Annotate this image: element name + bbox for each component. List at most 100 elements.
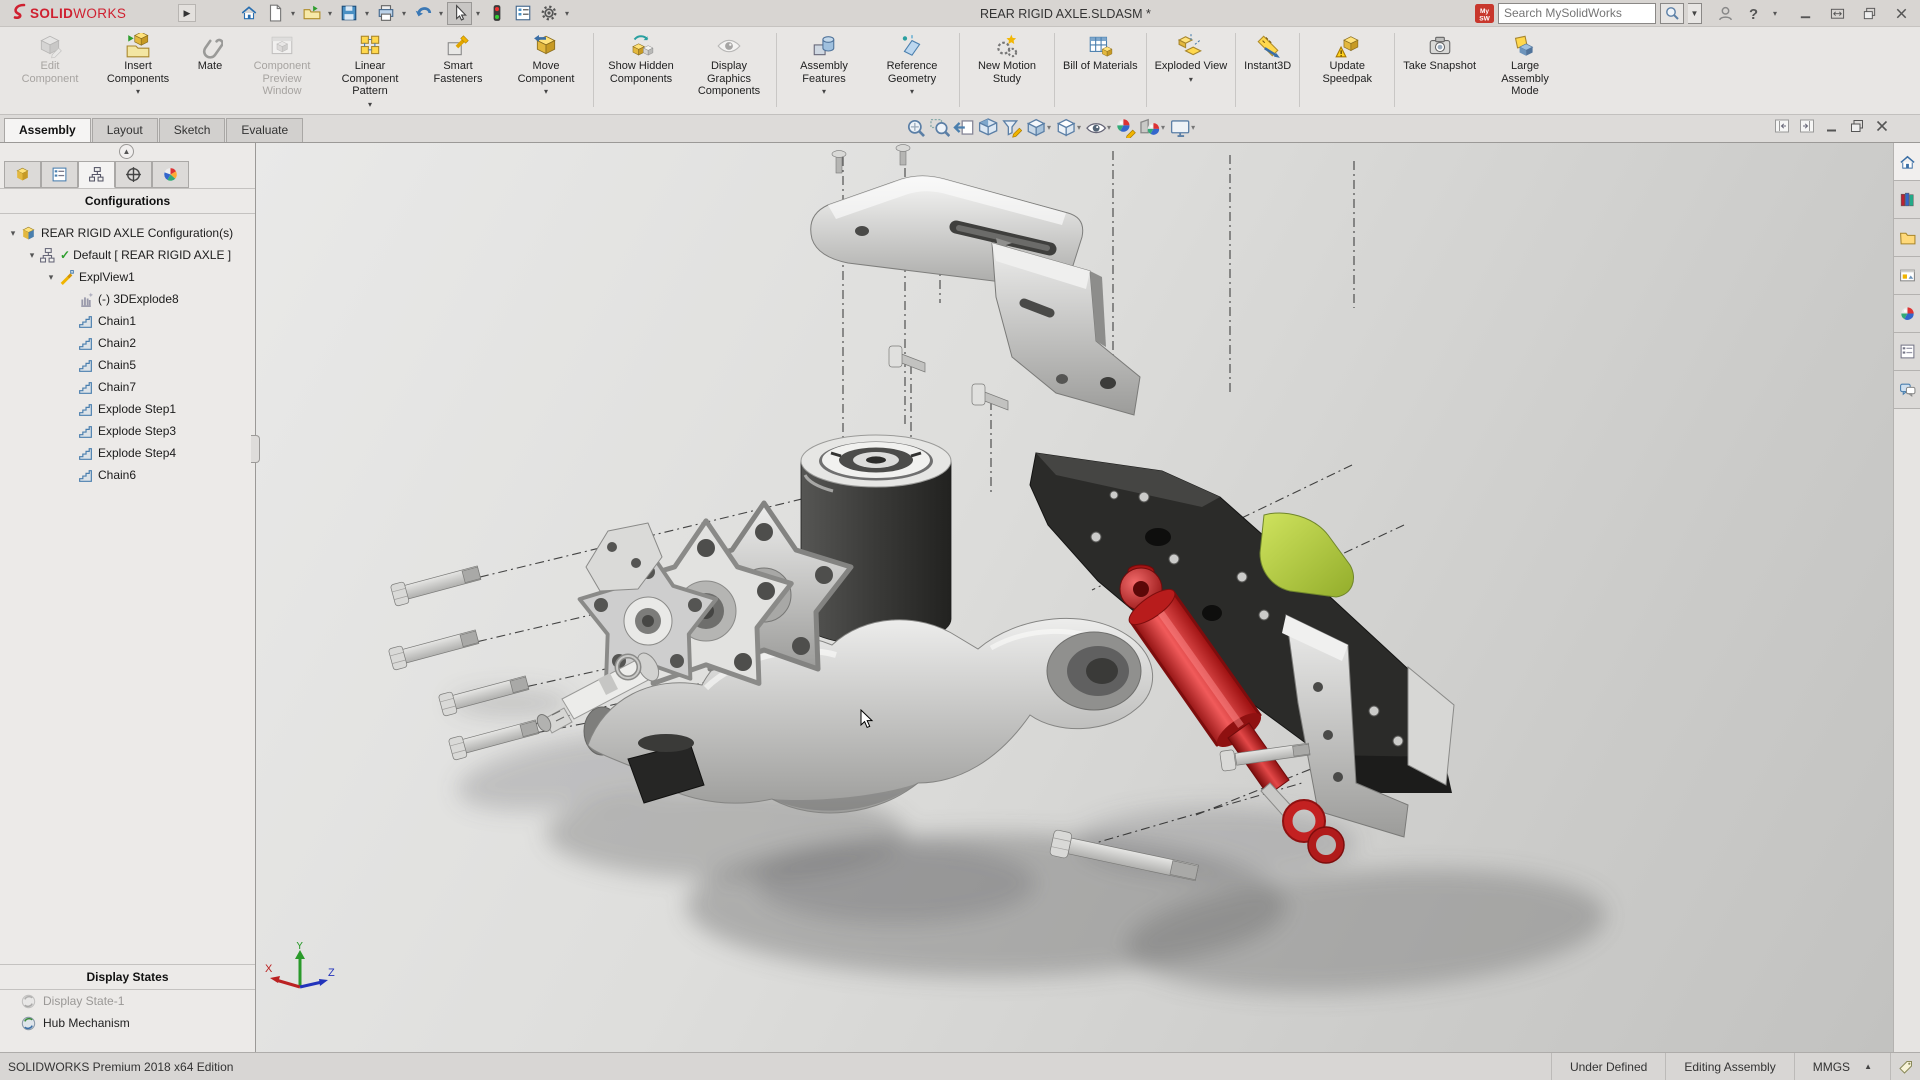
ribbon-button-exploded-view[interactable]: Exploded View▾ xyxy=(1150,31,1233,111)
search-options-caret[interactable]: ▼ xyxy=(1688,3,1702,24)
ribbon-button-instant3d[interactable]: Instant3D xyxy=(1239,31,1296,111)
apply-scene-caret[interactable]: ▾ xyxy=(1161,123,1165,132)
view-palette-tab[interactable] xyxy=(1894,257,1920,295)
ribbon-button-new-motion-study[interactable]: New Motion Study xyxy=(963,31,1051,111)
tab-sketch[interactable]: Sketch xyxy=(159,118,226,142)
dimxpert-tab[interactable] xyxy=(115,161,152,188)
document-properties-button[interactable] xyxy=(510,2,535,25)
ribbon-button-insert-components[interactable]: Insert Components▾ xyxy=(94,31,182,111)
select-cursor-dropdown-caret[interactable]: ▾ xyxy=(473,9,483,18)
tree-item-explode-step1[interactable]: Explode Step1 xyxy=(0,398,255,420)
print-dropdown-caret[interactable]: ▾ xyxy=(399,9,409,18)
file-explorer-tab[interactable] xyxy=(1894,219,1920,257)
help-caret[interactable]: ▾ xyxy=(1770,9,1780,18)
undo-button[interactable] xyxy=(410,2,435,25)
tab-evaluate[interactable]: Evaluate xyxy=(226,118,303,142)
help-icon[interactable]: ? xyxy=(1742,2,1764,24)
open-dropdown-caret[interactable]: ▾ xyxy=(325,9,335,18)
collapse-left-icon[interactable] xyxy=(1774,118,1790,134)
ribbon-button-show-hidden-components[interactable]: Show Hidden Components xyxy=(597,31,685,111)
win-close-icon[interactable] xyxy=(1890,2,1912,24)
view-settings-caret[interactable]: ▾ xyxy=(1191,123,1195,132)
options-gear-button[interactable] xyxy=(536,2,561,25)
undo-dropdown-caret[interactable]: ▾ xyxy=(436,9,446,18)
ribbon-button-reference-geometry[interactable]: Reference Geometry▾ xyxy=(868,31,956,111)
ribbon-dropdown-caret[interactable]: ▾ xyxy=(544,87,548,96)
ribbon-button-take-snapshot[interactable]: Take Snapshot xyxy=(1398,31,1481,111)
ribbon-dropdown-caret[interactable]: ▾ xyxy=(822,87,826,96)
propertymanager-tab[interactable] xyxy=(41,161,78,188)
hide-show-caret[interactable]: ▾ xyxy=(1107,123,1111,132)
ribbon-button-bill-of-materials[interactable]: Bill of Materials xyxy=(1058,31,1143,111)
search-input[interactable] xyxy=(1498,3,1656,24)
search-magnifier-icon[interactable] xyxy=(1660,3,1684,24)
graphics-viewport[interactable]: X Y Z xyxy=(256,143,1893,1052)
editing-mode[interactable]: Editing Assembly xyxy=(1665,1053,1793,1080)
units-selector[interactable]: MMGS▲ xyxy=(1794,1053,1890,1080)
tree-item-chain5[interactable]: Chain5 xyxy=(0,354,255,376)
rebuild-button[interactable] xyxy=(484,2,509,25)
ribbon-button-large-assembly-mode[interactable]: Large Assembly Mode xyxy=(1481,31,1569,111)
appearances-scenes-tab[interactable] xyxy=(1894,295,1920,333)
display-style-button[interactable]: ▾ xyxy=(1055,117,1082,138)
view-orientation-caret[interactable]: ▾ xyxy=(1047,123,1051,132)
doc-close-icon[interactable] xyxy=(1874,118,1890,134)
ribbon-dropdown-caret[interactable]: ▾ xyxy=(910,87,914,96)
doc-minimize-icon[interactable] xyxy=(1824,118,1840,134)
win-span-icon[interactable] xyxy=(1826,2,1848,24)
tree-item-explode-step3[interactable]: Explode Step3 xyxy=(0,420,255,442)
hide-show-button[interactable]: ▾ xyxy=(1085,117,1112,138)
tree-item-chain7[interactable]: Chain7 xyxy=(0,376,255,398)
display-state-display-state-1[interactable]: Display State-1 xyxy=(0,990,255,1012)
ribbon-button-smart-fasteners[interactable]: Smart Fasteners xyxy=(414,31,502,111)
zoom-fit-button[interactable] xyxy=(905,117,926,138)
expander-expanded-icon[interactable]: ▾ xyxy=(44,272,58,283)
tree-item-explview1[interactable]: ▾ExplView1 xyxy=(0,266,255,288)
save-dropdown-caret[interactable]: ▾ xyxy=(362,9,372,18)
ribbon-button-mate[interactable]: Mate xyxy=(182,31,238,111)
apply-scene-button[interactable]: ▾ xyxy=(1139,117,1166,138)
displaymanager-tab[interactable] xyxy=(152,161,189,188)
print-button[interactable] xyxy=(373,2,398,25)
home-button[interactable] xyxy=(236,2,261,25)
previous-view-button[interactable] xyxy=(953,117,974,138)
custom-properties-tab[interactable] xyxy=(1894,333,1920,371)
expander-expanded-icon[interactable]: ▾ xyxy=(6,228,20,239)
tree-item-chain1[interactable]: Chain1 xyxy=(0,310,255,332)
new-document-dropdown-caret[interactable]: ▾ xyxy=(288,9,298,18)
panel-splitter-handle[interactable] xyxy=(251,435,260,463)
design-library-tab[interactable] xyxy=(1894,181,1920,219)
ribbon-button-move-component[interactable]: Move Component▾ xyxy=(502,31,590,111)
filter-annotations-button[interactable] xyxy=(1001,117,1022,138)
tags-icon[interactable] xyxy=(1890,1053,1920,1080)
user-icon[interactable] xyxy=(1714,2,1736,24)
ribbon-button-assembly-features[interactable]: Assembly Features▾ xyxy=(780,31,868,111)
ribbon-button-linear-component-pattern[interactable]: Linear Component Pattern▾ xyxy=(326,31,414,111)
display-state-hub-mechanism[interactable]: Hub Mechanism xyxy=(0,1012,255,1034)
view-settings-button[interactable]: ▾ xyxy=(1169,117,1196,138)
configurationmanager-tab[interactable] xyxy=(78,161,115,188)
tree-item-explode-step4[interactable]: Explode Step4 xyxy=(0,442,255,464)
ribbon-dropdown-caret[interactable]: ▾ xyxy=(368,100,372,109)
section-view-button[interactable] xyxy=(977,117,998,138)
ribbon-button-display-graphics-components[interactable]: Display Graphics Components xyxy=(685,31,773,111)
tab-layout[interactable]: Layout xyxy=(92,118,158,142)
display-style-caret[interactable]: ▾ xyxy=(1077,123,1081,132)
options-gear-dropdown-caret[interactable]: ▾ xyxy=(562,9,572,18)
tree-item-rear-rigid-axle-configuration-s-[interactable]: ▾REAR RIGID AXLE Configuration(s) xyxy=(0,222,255,244)
panel-rollup-button[interactable]: ▲ xyxy=(119,144,134,159)
tree-item-chain2[interactable]: Chain2 xyxy=(0,332,255,354)
tree-item-default-rear-rigid-axle-[interactable]: ▾✓Default [ REAR RIGID AXLE ] xyxy=(0,244,255,266)
win-minimize-icon[interactable] xyxy=(1794,2,1816,24)
open-button[interactable] xyxy=(299,2,324,25)
save-button[interactable] xyxy=(336,2,361,25)
ribbon-button-update-speedpak[interactable]: Update Speedpak xyxy=(1303,31,1391,111)
view-orientation-button[interactable]: ▾ xyxy=(1025,117,1052,138)
tree-item-chain6[interactable]: Chain6 xyxy=(0,464,255,486)
new-document-button[interactable] xyxy=(262,2,287,25)
collapse-right-icon[interactable] xyxy=(1799,118,1815,134)
win-restore-icon[interactable] xyxy=(1858,2,1880,24)
doc-restore-icon[interactable] xyxy=(1849,118,1865,134)
forum-tab[interactable] xyxy=(1894,371,1920,409)
ribbon-dropdown-caret[interactable]: ▾ xyxy=(136,87,140,96)
